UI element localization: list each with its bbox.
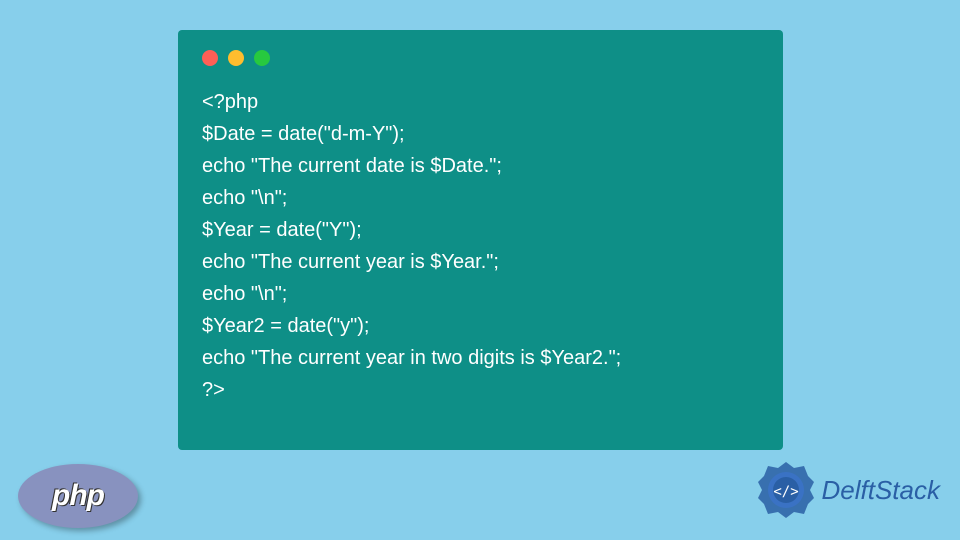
php-logo-text: php (52, 479, 104, 513)
code-line: $Date = date("d-m-Y"); (202, 123, 405, 145)
minimize-dot (228, 50, 244, 66)
code-line: echo "The current year in two digits is … (202, 347, 621, 369)
code-line: $Year = date("Y"); (202, 219, 362, 241)
code-line: ?> (202, 379, 225, 401)
code-line: echo "\n"; (202, 187, 287, 209)
close-dot (202, 50, 218, 66)
delftstack-logo: </> DelftStack (756, 460, 941, 520)
delftstack-logo-text: DelftStack (822, 475, 941, 506)
code-line: echo "The current year is $Year."; (202, 251, 499, 273)
maximize-dot (254, 50, 270, 66)
code-line: echo "\n"; (202, 283, 287, 305)
window-controls (202, 50, 759, 66)
svg-text:</>: </> (773, 484, 798, 500)
code-line: $Year2 = date("y"); (202, 315, 369, 337)
code-window: <?php $Date = date("d-m-Y"); echo "The c… (178, 30, 783, 450)
code-content: <?php $Date = date("d-m-Y"); echo "The c… (202, 86, 759, 406)
php-logo: php (18, 464, 138, 528)
code-line: echo "The current date is $Date."; (202, 155, 502, 177)
code-line: <?php (202, 91, 258, 113)
delftstack-gear-icon: </> (756, 460, 816, 520)
